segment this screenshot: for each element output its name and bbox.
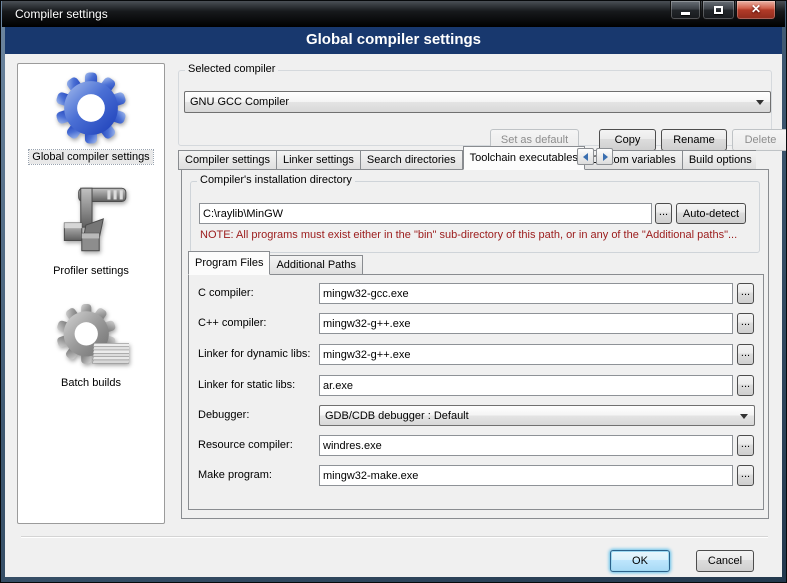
subtab-additional-paths[interactable]: Additional Paths: [270, 255, 363, 275]
sidebar-item-global-compiler-settings[interactable]: Global compiler settings: [18, 68, 164, 164]
tab-scroll-left-icon: [583, 153, 588, 161]
cancel-button[interactable]: Cancel: [696, 550, 754, 572]
settings-category-list: Global compiler settings Profiler settin…: [17, 63, 165, 524]
compiler-settings-window: Compiler settings ✕ Global compiler sett…: [0, 0, 787, 583]
browse-dots-button[interactable]: ...: [737, 283, 754, 304]
selected-compiler-group: Selected compiler GNU GCC Compiler Set a…: [178, 70, 772, 146]
tab-scroll-right-icon: [603, 153, 608, 161]
title-bar[interactable]: Compiler settings ✕: [2, 1, 785, 27]
field-label: Linker for static libs:: [198, 375, 295, 396]
compiler-select-dropdown[interactable]: GNU GCC Compiler: [184, 91, 771, 113]
tab-scroll-left-button[interactable]: [577, 148, 594, 165]
settings-tab-strip: Compiler settingsLinker settingsSearch d…: [178, 146, 756, 170]
field-label: C++ compiler:: [198, 313, 266, 334]
c++-compiler-input[interactable]: [319, 313, 733, 334]
field-label: Debugger:: [198, 405, 249, 426]
installation-directory-input[interactable]: [199, 203, 652, 224]
program-files-panel: C compiler:... C++ compiler:... Linker for…: [188, 274, 764, 510]
maximize-button[interactable]: [702, 1, 735, 20]
linker-for-static-libs-input[interactable]: [319, 375, 733, 396]
tab-build-options[interactable]: Build options: [683, 150, 756, 170]
window-title: Compiler settings: [15, 7, 108, 21]
sidebar-item-label: Profiler settings: [50, 264, 132, 278]
gear-papers-icon: [53, 300, 129, 374]
program-files-tab-strip: Program FilesAdditional Paths: [188, 253, 363, 275]
field-label: C compiler:: [198, 283, 254, 304]
chevron-down-icon: [756, 100, 764, 105]
browse-dots-button[interactable]: ...: [737, 465, 754, 486]
linker-for-dynamic-libs-input[interactable]: [319, 344, 733, 365]
sidebar-item-profiler-settings[interactable]: Profiler settings: [18, 180, 164, 278]
auto-detect-button[interactable]: Auto-detect: [676, 203, 746, 224]
subtab-program-files[interactable]: Program Files: [188, 251, 270, 275]
installation-directory-group: Compiler's installation directory ... Au…: [190, 181, 760, 253]
chevron-down-icon: [740, 414, 748, 419]
browse-dots-button[interactable]: ...: [737, 375, 754, 396]
field-label: Make program:: [198, 465, 272, 486]
close-button[interactable]: ✕: [736, 1, 776, 20]
resource-compiler-input[interactable]: [319, 435, 733, 456]
maximize-icon: [714, 6, 723, 14]
dialog-body: Global compiler settings Profiler settin…: [5, 54, 782, 577]
tab-scroll-right-button[interactable]: [596, 148, 613, 165]
c-compiler-input[interactable]: [319, 283, 733, 304]
tab-toolchain-executables[interactable]: Toolchain executables: [463, 146, 585, 170]
field-label: Resource compiler:: [198, 435, 293, 456]
tab-search-directories[interactable]: Search directories: [361, 150, 463, 170]
browse-dots-button[interactable]: ...: [737, 313, 754, 334]
toolchain-executables-panel: Compiler's installation directory ... Au…: [181, 169, 769, 519]
sidebar-item-label: Global compiler settings: [29, 150, 152, 164]
page-title: Global compiler settings: [5, 27, 782, 54]
sidebar-item-batch-builds[interactable]: Batch builds: [18, 300, 164, 390]
caliper-icon: [50, 180, 132, 262]
compiler-select-value: GNU GCC Compiler: [190, 96, 289, 108]
group-label: Selected compiler: [185, 63, 278, 75]
gear-blue-icon: [52, 68, 130, 148]
footer-divider: [21, 536, 768, 538]
bin-subdirectory-note: NOTE: All programs must exist either in …: [200, 229, 737, 241]
debugger-dropdown[interactable]: GDB/CDB debugger : Default: [319, 405, 755, 426]
close-icon: ✕: [751, 2, 761, 16]
minimize-button[interactable]: [670, 1, 701, 20]
tab-linker-settings[interactable]: Linker settings: [277, 150, 361, 170]
field-label: Linker for dynamic libs:: [198, 344, 311, 365]
group-label: Compiler's installation directory: [197, 174, 355, 186]
tab-compiler-settings[interactable]: Compiler settings: [178, 150, 277, 170]
make-program-input[interactable]: [319, 465, 733, 486]
sidebar-item-label: Batch builds: [58, 376, 124, 390]
minimize-icon: [681, 12, 690, 15]
ok-button[interactable]: OK: [610, 550, 670, 572]
browse-directory-button[interactable]: ...: [655, 203, 672, 224]
browse-dots-button[interactable]: ...: [737, 344, 754, 365]
debugger-value: GDB/CDB debugger : Default: [325, 410, 469, 422]
browse-dots-button[interactable]: ...: [737, 435, 754, 456]
